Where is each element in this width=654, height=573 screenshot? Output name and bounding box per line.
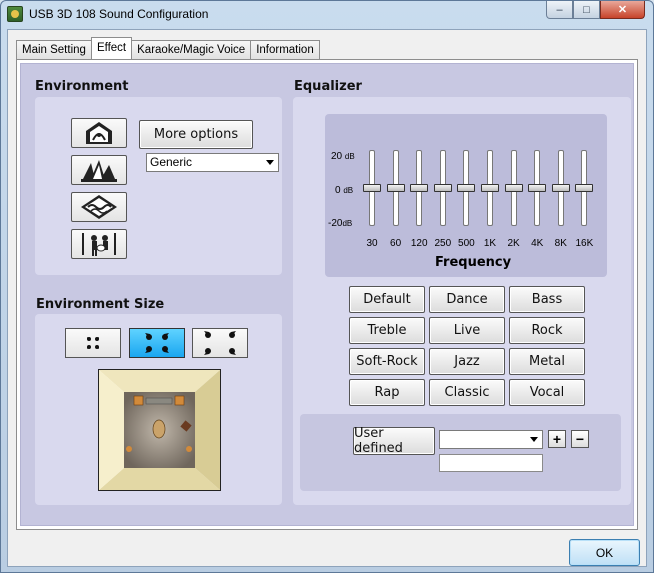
eq-slider-thumb[interactable] — [386, 184, 405, 192]
preset-classic-button[interactable]: Classic — [429, 379, 505, 406]
preset-dance-button[interactable]: Dance — [429, 286, 505, 313]
environment-box: More options Generic — [35, 97, 282, 275]
eq-slider-thumb[interactable] — [504, 184, 523, 192]
size-small-button[interactable] — [65, 328, 121, 358]
large-room-icon — [204, 331, 236, 355]
window-controls: – □ ✕ — [546, 1, 645, 21]
eq-slider-thumb[interactable] — [481, 184, 499, 192]
user-defined-select[interactable] — [439, 430, 543, 449]
environment-preset-select[interactable]: Generic — [146, 153, 279, 172]
eq-band-label: 16K — [575, 238, 594, 249]
env-concert-button[interactable] — [71, 229, 127, 259]
chevron-down-icon — [266, 160, 274, 165]
tab-effect[interactable]: Effect — [90, 37, 133, 59]
preset-rap-button[interactable]: Rap — [349, 379, 425, 406]
concert-icon — [82, 233, 116, 256]
equalizer-slider-area: 20 dB 0 dB -20dB 30 60 120 250 500 1K 2K 4K 8K 16… — [325, 114, 607, 277]
preset-name-input[interactable] — [439, 454, 543, 472]
equalizer-box: 20 dB 0 dB -20dB 30 60 120 250 500 1K 2K 4K 8K 16… — [293, 97, 631, 505]
effect-panel-inner: Environment More options Generic Environ… — [20, 63, 634, 526]
app-window: USB 3D 108 Sound Configuration – □ ✕ Mai… — [0, 0, 654, 573]
room-preview-image — [99, 370, 220, 490]
small-room-icon — [87, 337, 99, 349]
user-defined-button[interactable]: User defined — [353, 426, 435, 456]
tab-information[interactable]: Information — [250, 40, 320, 59]
maximize-button[interactable]: □ — [573, 1, 600, 19]
preset-jazz-button[interactable]: Jazz — [429, 348, 505, 375]
tab-main-setting[interactable]: Main Setting — [16, 40, 92, 59]
window-title: USB 3D 108 Sound Configuration — [29, 7, 209, 21]
frequency-label: Frequency — [435, 255, 512, 270]
effect-panel: Environment More options Generic Environ… — [16, 59, 638, 530]
preset-live-button[interactable]: Live — [429, 317, 505, 344]
environment-heading: Environment — [35, 79, 129, 94]
user-defined-box: User defined + − — [300, 414, 621, 491]
minimize-button[interactable]: – — [546, 1, 573, 19]
remove-preset-button[interactable]: − — [571, 430, 589, 448]
preset-default-button[interactable]: Default — [349, 286, 425, 313]
eq-slider-thumb[interactable] — [363, 184, 381, 192]
environment-preset-value: Generic — [150, 155, 193, 169]
db-label-top: 20 dB — [331, 151, 355, 162]
preset-vocal-button[interactable]: Vocal — [509, 379, 585, 406]
eq-slider-thumb[interactable] — [575, 184, 594, 192]
app-icon — [7, 6, 23, 22]
medium-room-icon — [145, 333, 169, 353]
env-underwater-button[interactable] — [71, 192, 127, 222]
add-preset-button[interactable]: + — [548, 430, 566, 448]
underwater-icon — [81, 195, 117, 219]
preset-soft-rock-button[interactable]: Soft-Rock — [349, 348, 425, 375]
title-bar[interactable]: USB 3D 108 Sound Configuration – □ ✕ — [1, 1, 653, 29]
tab-karaoke-magic-voice[interactable]: Karaoke/Magic Voice — [131, 40, 252, 59]
db-label-bottom: -20dB — [328, 218, 353, 229]
room-icon — [86, 122, 112, 144]
tab-strip: Main Setting Effect Karaoke/Magic Voice … — [16, 37, 320, 59]
env-room-button[interactable] — [71, 118, 127, 148]
eq-slider-thumb[interactable] — [433, 184, 452, 192]
eq-slider-thumb[interactable] — [528, 184, 547, 192]
size-medium-button[interactable] — [129, 328, 185, 358]
eq-slider-thumb[interactable] — [457, 184, 476, 192]
more-options-button[interactable]: More options — [139, 120, 253, 149]
room-preview — [98, 369, 221, 491]
env-opera-house-button[interactable] — [71, 155, 127, 185]
preset-treble-button[interactable]: Treble — [349, 317, 425, 344]
chevron-down-icon — [530, 437, 538, 442]
preset-rock-button[interactable]: Rock — [509, 317, 585, 344]
environment-size-box — [35, 314, 282, 505]
preset-metal-button[interactable]: Metal — [509, 348, 585, 375]
client-area: Main Setting Effect Karaoke/Magic Voice … — [7, 29, 647, 567]
equalizer-heading: Equalizer — [294, 79, 362, 94]
close-button[interactable]: ✕ — [600, 1, 645, 19]
size-large-button[interactable] — [192, 328, 248, 358]
preset-bass-button[interactable]: Bass — [509, 286, 585, 313]
eq-slider-thumb[interactable] — [410, 184, 429, 192]
opera-house-icon — [81, 160, 117, 182]
environment-size-heading: Environment Size — [36, 297, 165, 312]
eq-slider-thumb[interactable] — [551, 184, 570, 192]
db-label-mid: 0 dB — [335, 185, 354, 196]
ok-button[interactable]: OK — [569, 539, 640, 566]
